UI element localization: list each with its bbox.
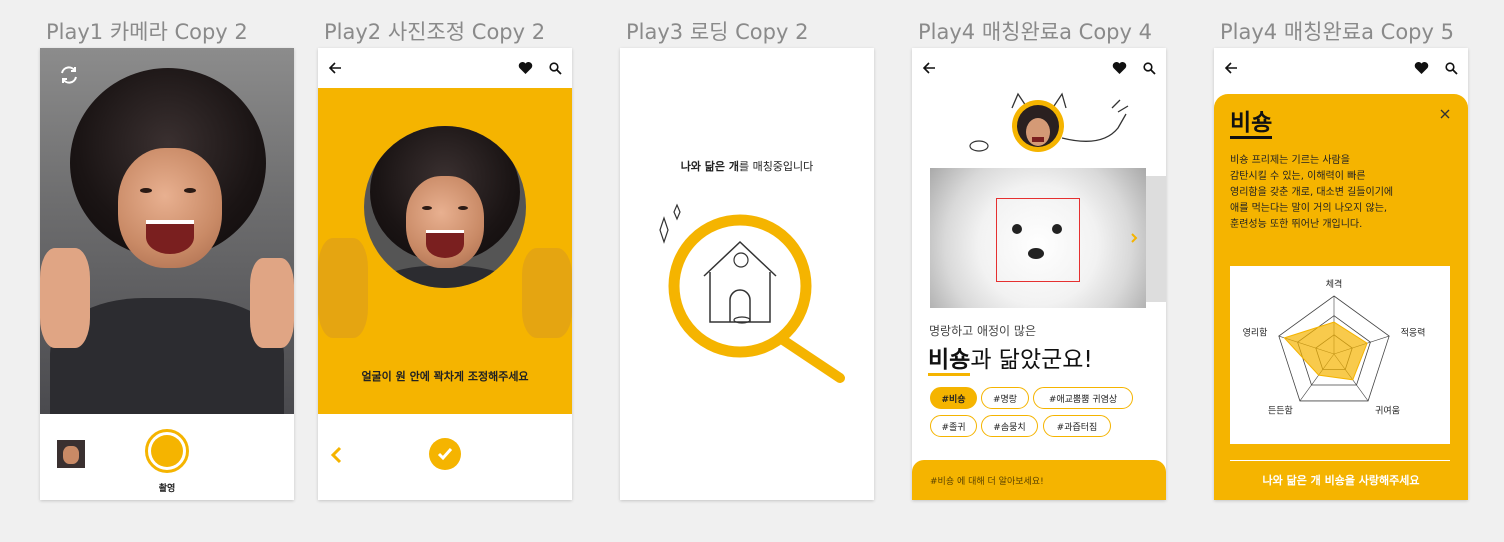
next-photo-peek[interactable]: [1146, 176, 1166, 302]
search-icon[interactable]: [1143, 61, 1156, 75]
shutter-button[interactable]: [145, 429, 189, 473]
face-detect-box: [996, 198, 1080, 282]
back-arrow-icon[interactable]: [922, 61, 936, 75]
cta-love-button[interactable]: 나와 닮은 개 비숑을 사랑해주세요: [1214, 472, 1468, 488]
sheet-divider: [1230, 460, 1450, 461]
chevron-right-icon[interactable]: [1130, 232, 1138, 244]
description-line: 훈련성능 또한 뛰어난 개입니다.: [1230, 219, 1363, 230]
back-arrow-icon[interactable]: [1224, 61, 1238, 75]
heart-icon[interactable]: [1414, 61, 1429, 75]
camera-switch-icon[interactable]: [58, 64, 80, 86]
app-bar: [318, 48, 572, 88]
more-info-button[interactable]: #비숑 에 대해 더 알아보세요!: [912, 460, 1166, 500]
frame-title-detail: Play4 매칭완료a Copy 5: [1220, 20, 1454, 44]
tag-chip[interactable]: #명랑: [981, 387, 1029, 409]
description-line: 애를 먹는다는 말이 거의 나오지 않는,: [1230, 203, 1388, 214]
frame-title-loading: Play3 로딩 Copy 2: [626, 20, 809, 44]
camera-viewfinder: [40, 48, 294, 414]
frame-title-adjust: Play2 사진조정 Copy 2: [324, 20, 546, 44]
app-bar: [912, 48, 1166, 88]
radar-chart-card: 체격적응력귀여움 든든함 영리함: [1230, 266, 1450, 444]
tag-chip[interactable]: #비숑: [930, 387, 977, 409]
artboard-camera: 촬영: [40, 48, 294, 500]
match-breed: 비숑: [928, 347, 971, 376]
detail-breed-title: 비숑: [1230, 110, 1273, 139]
tag-chip[interactable]: #과즙터짐: [1043, 415, 1111, 437]
radar-label: 귀여움: [1375, 405, 1400, 417]
radar-label: 영리함: [1243, 327, 1268, 338]
radar-label: 체격: [1326, 278, 1343, 290]
frame-title-camera: Play1 카메라 Copy 2: [46, 20, 248, 44]
app-bar: [1214, 48, 1468, 88]
artboard-adjust: 얼굴이 원 안에 꽉차게 조정해주세요: [318, 48, 572, 500]
radar-label: 적응력: [1401, 326, 1426, 338]
shutter-label: 촬영: [158, 484, 176, 494]
frame-title-match: Play4 매칭완료a Copy 4: [918, 20, 1152, 44]
heart-icon[interactable]: [518, 61, 533, 75]
magnifier-doghouse-illustration: [659, 203, 845, 383]
match-result-suffix: 과 닮았군요!: [970, 347, 1093, 373]
loading-text-bold: 나와 닮은 개: [680, 160, 739, 173]
check-icon[interactable]: [429, 438, 461, 470]
close-icon[interactable]: [1440, 109, 1450, 119]
detail-sheet: 비숑 비숑 프리제는 기르는 사람을 감탄시킬 수 있는, 이해력이 빠른 영리…: [1214, 94, 1468, 500]
description-line: 비숑 프리제는 기르는 사람을: [1230, 155, 1350, 166]
artboard-match: 명랑하고 애정이 많은 비숑과 닮았군요! #비숑 #명랑 #애교뿜뿜 귀염상 …: [912, 48, 1166, 500]
dog-photo[interactable]: [930, 168, 1146, 308]
match-subtitle: 명랑하고 애정이 많은: [929, 324, 1036, 338]
artboard-detail: 비숑 비숑 프리제는 기르는 사람을 감탄시킬 수 있는, 이해력이 빠른 영리…: [1214, 48, 1468, 500]
gallery-thumbnail[interactable]: [57, 440, 85, 468]
adjust-instruction: 얼굴이 원 안에 꽉차게 조정해주세요: [361, 370, 529, 383]
radar-label: 든든함: [1268, 406, 1293, 417]
chevron-left-icon[interactable]: [330, 446, 342, 464]
search-icon[interactable]: [549, 61, 562, 75]
back-arrow-icon[interactable]: [328, 61, 342, 75]
detail-description: 비숑 프리제는 기르는 사람을 감탄시킬 수 있는, 이해력이 빠른 영리함을 …: [1230, 153, 1456, 233]
artboard-loading: 나와 닮은 개를 매칭중입니다: [620, 48, 874, 500]
description-line: 감탄시킬 수 있는, 이해력이 빠른: [1230, 171, 1366, 182]
search-icon[interactable]: [1445, 61, 1458, 75]
match-result: 비숑과 닮았군요!: [928, 340, 1093, 376]
portrait-photo: [40, 48, 294, 414]
loading-text-rest: 를 매칭중입니다: [738, 160, 814, 173]
radar-chart: 체격적응력귀여움 든든함 영리함: [1243, 278, 1426, 417]
face-crop-circle[interactable]: [364, 126, 526, 288]
dog-sketch-illustration: [969, 92, 1129, 152]
heart-icon[interactable]: [1112, 61, 1127, 75]
tag-chip[interactable]: #솜뭉치: [981, 415, 1038, 437]
tag-chip[interactable]: #애교뿜뿜 귀염상: [1033, 387, 1133, 409]
loading-text: 나와 닮은 개를 매칭중입니다: [620, 158, 874, 174]
description-line: 영리함을 갖춘 개로, 대소변 길들이기에: [1230, 187, 1394, 198]
adjust-area[interactable]: 얼굴이 원 안에 꽉차게 조정해주세요: [318, 88, 572, 414]
tag-chip[interactable]: #졸귀: [930, 415, 977, 437]
